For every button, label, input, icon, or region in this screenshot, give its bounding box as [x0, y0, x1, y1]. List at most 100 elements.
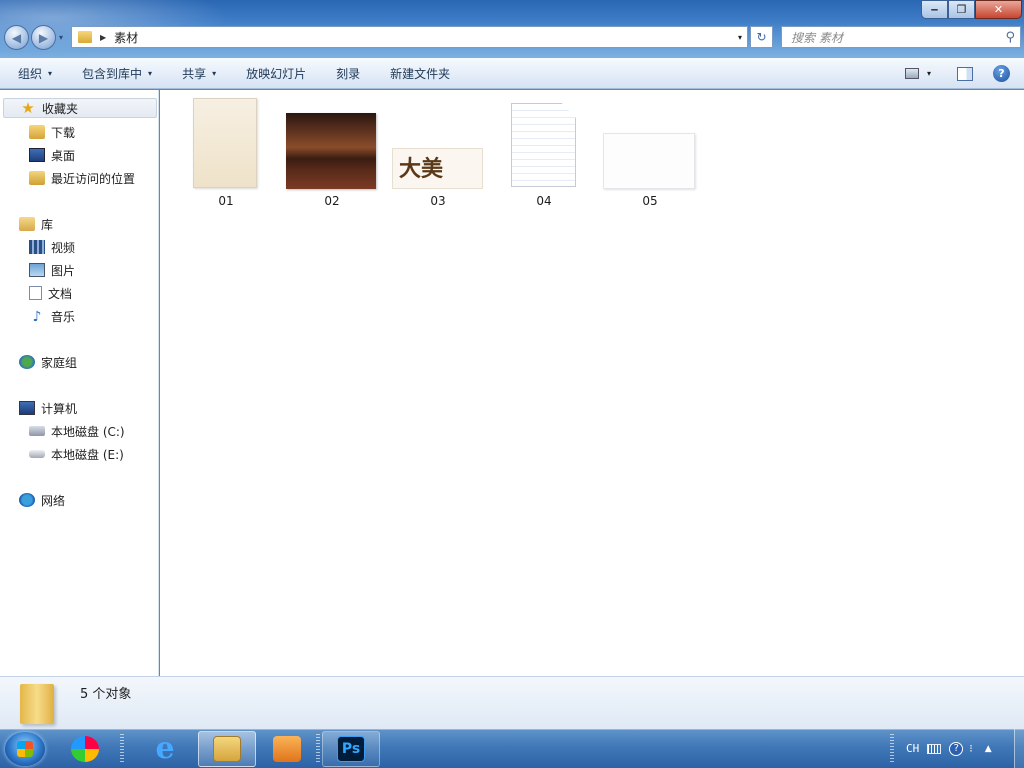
sidebar-item-network[interactable]: 网络 [19, 490, 65, 510]
taskbar-grip[interactable] [120, 734, 124, 762]
libraries-icon [19, 217, 35, 231]
explorer-folder-icon [213, 736, 241, 762]
show-desktop-button[interactable] [1014, 729, 1024, 768]
back-button[interactable]: ◀ [4, 25, 29, 50]
sidebar-item-label: 家庭组 [41, 355, 78, 370]
burn-button[interactable]: 刻录 [336, 65, 360, 82]
breadcrumb-arrow-icon[interactable]: ▶ [100, 33, 106, 42]
minimize-button[interactable]: ‒ [921, 0, 948, 19]
folder-icon [78, 31, 92, 43]
taskbar-app-media[interactable] [258, 731, 316, 767]
sidebar-item-label: 视频 [51, 240, 76, 255]
video-icon [29, 240, 45, 254]
sidebar-item-videos[interactable]: 视频 [29, 237, 75, 257]
file-thumbnail [286, 113, 376, 189]
file-name: 05 [642, 194, 658, 208]
sidebar-item-drive-e[interactable]: 本地磁盘 (E:) [29, 444, 124, 464]
close-button[interactable]: ✕ [975, 0, 1022, 19]
chevron-down-icon: ▾ [212, 68, 217, 78]
file-thumbnail [193, 98, 257, 188]
drive-icon [29, 426, 45, 436]
sidebar-item-label: 网络 [41, 493, 66, 508]
start-button[interactable] [5, 732, 45, 766]
refresh-icon: ↻ [756, 30, 767, 44]
sidebar-item-label: 音乐 [51, 309, 76, 324]
file-name: 03 [430, 194, 446, 208]
sidebar-item-label: 文档 [48, 286, 73, 301]
windows-logo-icon [17, 741, 33, 757]
media-player-icon [273, 736, 301, 762]
sidebar-item-label: 计算机 [41, 401, 78, 416]
include-in-library-menu[interactable]: 包含到库中 ▾ [82, 65, 152, 82]
sidebar-item-favorites[interactable]: ★ 收藏夹 [3, 98, 157, 118]
maximize-button[interactable]: ❐ [948, 0, 975, 19]
item-count: 5 个对象 [80, 687, 132, 702]
breadcrumb-current[interactable]: 素材 [114, 29, 138, 46]
internet-explorer-icon: e [155, 731, 175, 766]
view-options-dropdown[interactable]: ▾ [927, 69, 931, 78]
music-note-icon: ♪ [32, 309, 42, 325]
ime-options-icon[interactable]: ⁝ [969, 742, 973, 755]
new-folder-label: 新建文件夹 [390, 66, 451, 81]
sidebar-item-downloads[interactable]: 下载 [29, 122, 75, 142]
forward-button[interactable]: ▶ [31, 25, 56, 50]
network-icon [19, 493, 35, 507]
file-name: 04 [536, 194, 552, 208]
forward-arrow-icon: ▶ [38, 30, 49, 45]
show-hidden-icons-icon[interactable]: ▲ [985, 744, 992, 754]
sidebar-item-homegroup[interactable]: 家庭组 [19, 352, 77, 372]
help-icon[interactable]: ? [993, 65, 1010, 82]
refresh-button[interactable]: ↻ [750, 26, 773, 48]
help-icon[interactable]: ? [949, 741, 964, 756]
sidebar-item-computer[interactable]: 计算机 [19, 398, 77, 418]
recent-pages-dropdown[interactable]: ▾ [59, 33, 63, 42]
sidebar-item-libraries[interactable]: 库 [19, 214, 53, 234]
taskbar-grip[interactable] [890, 734, 894, 762]
sidebar-item-desktop[interactable]: 桌面 [29, 145, 75, 165]
sidebar-item-label: 桌面 [51, 148, 76, 163]
taskbar-grip[interactable] [316, 734, 320, 762]
photoshop-icon: Ps [337, 736, 365, 762]
search-icon[interactable]: ⚲ [1005, 30, 1015, 45]
search-input[interactable]: 搜索 素材 ⚲ [781, 26, 1021, 48]
toolbar-right: ▾ ? [904, 58, 1024, 89]
chevron-down-icon: ▾ [48, 68, 53, 78]
downloads-folder-icon [29, 125, 45, 139]
taskbar-app-photoshop[interactable]: Ps [322, 731, 380, 767]
search-placeholder: 搜索 素材 [791, 30, 843, 45]
taskbar-app-360[interactable] [56, 731, 114, 767]
share-menu[interactable]: 共享 ▾ [182, 65, 216, 82]
address-dropdown[interactable]: ▾ [738, 33, 742, 42]
sidebar-item-label: 图片 [51, 263, 76, 278]
slideshow-label: 放映幻灯片 [246, 66, 307, 81]
chevron-down-icon: ▾ [148, 68, 153, 78]
window-controls: ‒ ❐ ✕ [921, 0, 1022, 19]
sidebar-item-music[interactable]: ♪ 音乐 [29, 306, 75, 326]
sidebar-item-documents[interactable]: 文档 [29, 283, 72, 303]
preview-pane-icon[interactable] [957, 66, 973, 81]
slideshow-button[interactable]: 放映幻灯片 [246, 65, 306, 82]
change-view-icon[interactable] [904, 68, 919, 79]
organize-menu[interactable]: 组织 ▾ [18, 65, 52, 82]
new-folder-button[interactable]: 新建文件夹 [390, 65, 450, 82]
sidebar-item-label: 最近访问的位置 [51, 171, 136, 186]
sidebar-item-recent-places[interactable]: 最近访问的位置 [29, 168, 135, 188]
address-bar[interactable]: ▶ 素材 ▾ [71, 26, 748, 48]
sidebar-item-label: 本地磁盘 (E:) [51, 447, 124, 462]
drive-icon [29, 450, 45, 458]
document-icon [511, 103, 576, 187]
keyboard-icon[interactable] [927, 743, 942, 754]
file-name: 01 [218, 194, 234, 208]
documents-icon [29, 286, 42, 300]
language-indicator[interactable]: CH [906, 742, 919, 755]
star-icon: ★ [21, 99, 35, 117]
taskbar-app-explorer[interactable] [198, 731, 256, 767]
system-tray: CH ? ⁝ ▲ [906, 729, 992, 768]
taskbar-app-ie[interactable]: e [136, 731, 194, 767]
file-list-view: 01 02 大美 03 04 05 [160, 90, 1024, 676]
sidebar-item-label: 下载 [51, 125, 76, 140]
file-thumbnail: 大美 [392, 148, 483, 189]
sidebar-item-pictures[interactable]: 图片 [29, 260, 75, 280]
sidebar-item-drive-c[interactable]: 本地磁盘 (C:) [29, 421, 125, 441]
share-label: 共享 [182, 66, 207, 81]
